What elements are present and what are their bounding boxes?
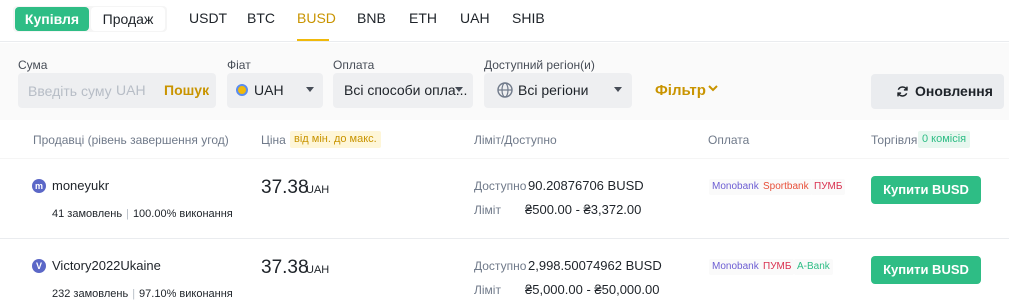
payment-tag-sportbank: Sportbank [760,179,812,195]
limit-value: ₴500.00 - ₴3,372.00 [525,202,642,217]
payment-tag-monobank: Monobank [709,179,762,195]
available-value: 2,998.50074962 BUSD [528,258,662,273]
fiat-select[interactable]: UAH [227,73,323,108]
seller-stats: 232 замовлень | 97.10% виконання [52,288,233,300]
column-header-limit: Ліміт/Доступно [474,133,557,147]
chevron-down-icon [306,87,314,92]
offer-price: 37.38 [261,257,309,278]
available-label: Доступно [474,179,527,193]
payment-tag-abank: A-Bank [794,259,833,275]
buy-busd-button[interactable]: Купити BUSD [871,176,981,204]
stat-divider: | [126,208,129,220]
refresh-label: Оновлення [915,83,993,99]
amount-currency: UAH [116,82,146,98]
tab-eth[interactable]: ETH [409,10,437,26]
limit-label: Ліміт [474,283,501,297]
filter-bar: Сума UAH Пошук Фіат UAH Оплата Всі спосо… [0,43,1009,120]
stat-divider: | [132,288,136,300]
sell-side-button[interactable]: Продаж [91,7,165,31]
completion-rate: 97.10% виконання [139,288,233,300]
tab-usdt[interactable]: USDT [189,10,227,26]
column-header-payment: Оплата [708,133,750,147]
fiat-label: Фіат [227,58,251,72]
filter-button[interactable]: Фільтр [655,82,706,99]
tab-bnb[interactable]: BNB [357,10,386,26]
trade-side-toggle: Купівля Продаж [13,6,167,32]
refresh-button[interactable]: Оновлення [871,74,1004,109]
seller-name-link[interactable]: moneyukr [52,178,109,193]
seller-stats: 41 замовлень | 100.00% виконання [52,208,233,220]
chevron-down-icon [614,87,622,92]
order-count: 232 замовлень [52,288,129,300]
price-sort-badge[interactable]: від мін. до макс. [290,131,381,148]
globe-icon [497,82,513,98]
price-currency: UAH [306,184,330,196]
active-tab-indicator [297,39,329,41]
zero-fee-badge: 0 комісія [918,131,971,148]
chevron-down-icon [455,87,463,92]
table-row: V Victory2022Ukaine 232 замовлень | 97.10%… [0,238,1009,306]
limit-value: ₴5,000.00 - ₴50,000.00 [525,282,660,297]
region-label: Доступний регіон(и) [484,58,595,72]
payment-tag-pumb: ПУМБ [760,259,795,275]
payment-tag-monobank: Monobank [709,259,762,275]
amount-input[interactable] [28,73,112,108]
seller-name-link[interactable]: Victory2022Ukaine [52,258,161,273]
avatar: m [32,179,46,193]
column-header-sellers: Продавці (рівень завершення угод) [33,133,229,147]
price-currency: UAH [306,264,330,276]
region-select[interactable]: Всі регіони [484,73,632,108]
payment-tag-pumb: ПУМБ [811,179,846,195]
table-row: m moneyukr 41 замовлень | 100.00% виконанн… [0,158,1009,238]
buy-busd-button[interactable]: Купити BUSD [871,256,981,284]
offer-price: 37.38 [261,177,309,198]
avatar: V [32,259,46,273]
refresh-icon [897,86,908,97]
order-count: 41 замовлень [52,208,123,220]
tab-btc[interactable]: BTC [247,10,275,26]
column-header-trade: Торгівля [871,133,918,147]
amount-search-button[interactable]: Пошук [164,73,209,108]
completion-rate: 100.00% виконання [132,208,233,220]
uah-coin-icon [236,84,248,96]
column-header-price: Ціна [261,133,286,147]
tab-uah[interactable]: UAH [460,10,490,26]
tab-busd[interactable]: BUSD [297,10,336,26]
available-label: Доступно [474,259,527,273]
chevron-down-icon[interactable] [708,83,718,93]
payment-label: Оплата [333,58,375,72]
available-value: 90.20876706 BUSD [528,178,644,193]
tab-shib[interactable]: SHIB [512,10,545,26]
payment-value: Всі способи опла... [344,82,468,98]
amount-label: Сума [18,58,48,72]
limit-label: Ліміт [474,203,501,217]
region-value: Всі регіони [518,82,589,98]
payment-select[interactable]: Всі способи опла... [333,73,473,108]
buy-side-button[interactable]: Купівля [15,7,89,31]
fiat-value: UAH [254,82,284,98]
amount-field: UAH Пошук [18,73,216,108]
top-bar: Купівля Продаж USDT BTC BUSD BNB ETH UAH… [0,0,1009,42]
